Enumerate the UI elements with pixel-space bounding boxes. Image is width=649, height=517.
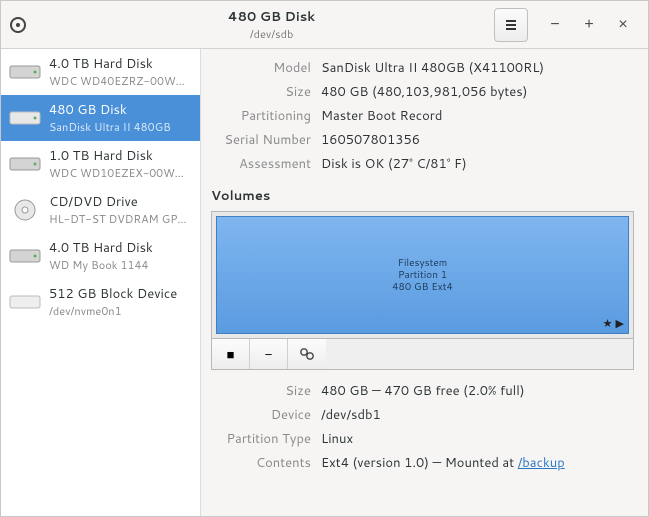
close-icon: × [618, 16, 627, 34]
drive-item[interactable]: 4.0 TB Hard DiskWDC WD40EZRZ-00WN9B0 [1, 49, 200, 95]
drive-item[interactable]: 1.0 TB Hard DiskWDC WD10EZEX-00WN4A0 [1, 141, 200, 187]
content-area: 4.0 TB Hard DiskWDC WD40EZRZ-00WN9B0 480… [1, 49, 648, 516]
drive-title: CD/DVD Drive [49, 193, 192, 211]
drive-subtitle: WD My Book 1144 [49, 257, 153, 273]
drive-menu-button[interactable] [494, 8, 528, 42]
label-vol-device: Device [211, 406, 311, 424]
window-subtitle: /dev/sdb [250, 26, 294, 42]
drive-title: 1.0 TB Hard Disk [49, 147, 192, 165]
partition-settings-button[interactable] [288, 339, 326, 369]
drive-title: 512 GB Block Device [49, 285, 177, 303]
drive-title: 480 GB Disk [49, 101, 171, 119]
app-icon [9, 16, 27, 34]
hdd-icon [9, 106, 41, 130]
label-vol-size: Size [211, 382, 311, 400]
partition-block[interactable]: Filesystem Partition 1 480 GB Ext4 ★ ▶ [216, 216, 629, 334]
disk-info: Model SanDisk Ultra II 480GB (X41100RL) … [211, 59, 634, 173]
label-vol-ptype: Partition Type [211, 430, 311, 448]
value-assessment: Disk is OK (27° C/81° F) [321, 155, 634, 173]
detail-pane: Model SanDisk Ultra II 480GB (X41100RL) … [201, 49, 648, 516]
volume-info: Size 480 GB — 470 GB free (2.0% full) De… [211, 382, 634, 472]
drive-subtitle: /dev/nvme0n1 [49, 303, 177, 319]
drive-subtitle: WDC WD10EZEX-00WN4A0 [49, 165, 192, 181]
value-serial: 160507801356 [321, 131, 634, 149]
maximize-icon: + [584, 16, 593, 34]
volumes-heading: Volumes [211, 187, 634, 205]
drive-item[interactable]: 4.0 TB Hard DiskWD My Book 1144 [1, 233, 200, 279]
drive-subtitle: HL-DT-ST DVDRAM GP57EB40 [49, 211, 192, 227]
drive-title: 4.0 TB Hard Disk [49, 239, 153, 257]
drive-list[interactable]: 4.0 TB Hard DiskWDC WD40EZRZ-00WN9B0 480… [1, 49, 201, 516]
value-vol-device: /dev/sdb1 [321, 406, 634, 424]
label-vol-contents: Contents [211, 454, 311, 472]
value-model: SanDisk Ultra II 480GB (X41100RL) [321, 59, 634, 77]
star-icon: ★ [603, 315, 613, 331]
volume-toolbar: ■ − [212, 338, 633, 369]
hdd-icon [9, 244, 41, 268]
drive-item[interactable]: 480 GB DiskSanDisk Ultra II 480GB [1, 95, 200, 141]
value-partitioning: Master Boot Record [321, 107, 634, 125]
stop-icon: ■ [227, 347, 235, 362]
minimize-icon: − [550, 16, 559, 34]
partition-badges: ★ ▶ [603, 315, 624, 331]
label-serial: Serial Number [211, 131, 311, 149]
label-model: Model [211, 59, 311, 77]
drive-item[interactable]: CD/DVD DriveHL-DT-ST DVDRAM GP57EB40 [1, 187, 200, 233]
hdd-icon [9, 152, 41, 176]
drive-title: 4.0 TB Hard Disk [49, 55, 192, 73]
maximize-button[interactable]: + [572, 8, 606, 42]
value-vol-ptype: Linux [321, 430, 634, 448]
block-device-icon [9, 290, 41, 314]
value-vol-contents: Ext4 (version 1.0) — Mounted at /backup [321, 454, 634, 472]
mount-point-link[interactable]: /backup [518, 454, 565, 472]
label-size: Size [211, 83, 311, 101]
drive-subtitle: WDC WD40EZRZ-00WN9B0 [49, 73, 192, 89]
label-assessment: Assessment [211, 155, 311, 173]
hdd-icon [9, 60, 41, 84]
partition-line: 480 GB Ext4 [392, 281, 453, 293]
unmount-button[interactable]: ■ [212, 339, 250, 369]
volumes-box: Filesystem Partition 1 480 GB Ext4 ★ ▶ ■… [211, 211, 634, 370]
close-button[interactable]: × [606, 8, 640, 42]
label-partitioning: Partitioning [211, 107, 311, 125]
delete-partition-button[interactable]: − [250, 339, 288, 369]
titlebar: 480 GB Disk /dev/sdb − + × [1, 1, 648, 49]
minimize-button[interactable]: − [538, 8, 572, 42]
drive-subtitle: SanDisk Ultra II 480GB [49, 119, 171, 135]
value-vol-size: 480 GB — 470 GB free (2.0% full) [321, 382, 634, 400]
window-title: 480 GB Disk [228, 8, 315, 26]
hamburger-icon [504, 18, 518, 32]
minus-icon: − [265, 347, 273, 362]
drive-item[interactable]: 512 GB Block Device/dev/nvme0n1 [1, 279, 200, 325]
gears-icon [299, 347, 315, 361]
app-window: 480 GB Disk /dev/sdb − + × 4.0 TB [0, 0, 649, 517]
contents-text: Ext4 (version 1.0) — Mounted at [321, 454, 518, 472]
play-icon: ▶ [616, 315, 624, 331]
value-size: 480 GB (480,103,981,056 bytes) [321, 83, 634, 101]
optical-icon [9, 198, 41, 222]
